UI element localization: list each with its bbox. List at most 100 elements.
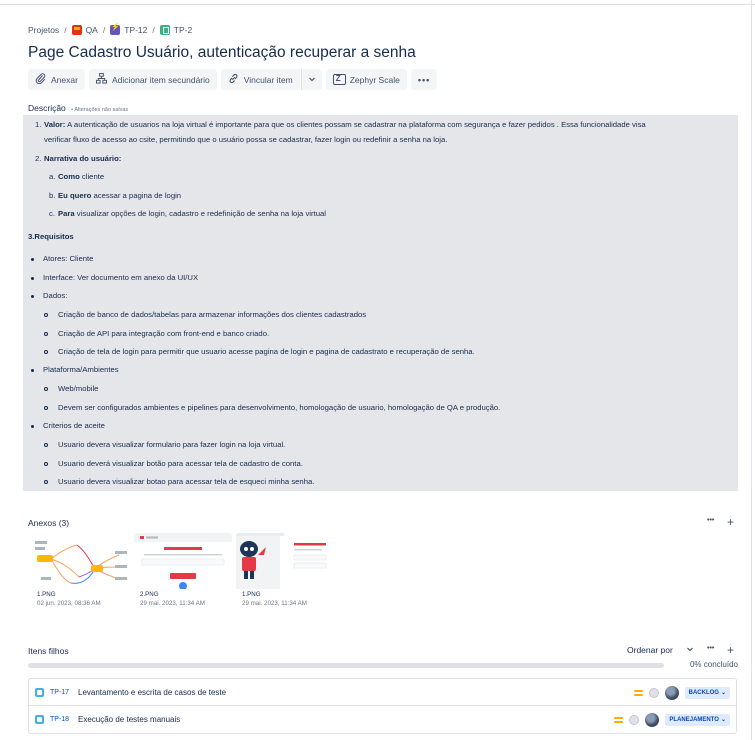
story-icon xyxy=(159,25,170,35)
description-line: Como cliente xyxy=(58,172,104,181)
child-item-key[interactable]: TP-17 xyxy=(50,689,72,696)
sub-bullet-icon xyxy=(44,443,48,447)
project-qa-icon xyxy=(71,25,82,35)
list-number: 1. xyxy=(35,120,42,129)
issue-title[interactable]: Page Cadastro Usuário, autenticação recu… xyxy=(28,44,416,62)
child-item-summary[interactable]: Levantamento e escrita de casos de teste xyxy=(78,688,226,697)
child-item-row[interactable]: TP-17 Levantamento e escrita de casos de… xyxy=(29,679,736,706)
breadcrumb-project-qa[interactable]: QA xyxy=(86,25,98,35)
issue-toolbar: Anexar Adicionar item secundário Vincula… xyxy=(28,69,438,90)
unassigned-avatar[interactable] xyxy=(629,714,640,725)
description-text: Criterios de aceite xyxy=(43,421,105,430)
bold-label: Eu quero xyxy=(58,191,92,200)
description-text: Dados: xyxy=(43,291,68,300)
description-text: Devem ser configurados ambientes e pipel… xyxy=(58,403,501,412)
description-text: A autenticação de usuarios na loja virtu… xyxy=(65,120,646,129)
description-text: Criação de tela de login para permitir q… xyxy=(58,347,475,356)
attachment-thumbnail-mindmap xyxy=(31,533,129,589)
description-label: Descrição • Alterações não salvas xyxy=(28,103,128,113)
description-text: Criação de API para integração com front… xyxy=(58,329,270,338)
list-letter: c. xyxy=(49,209,55,218)
attachment-thumbnail-robot-screen xyxy=(236,533,334,589)
zephyr-icon xyxy=(332,74,346,85)
unsaved-changes-badge: • Alterações não salvas xyxy=(71,107,129,113)
description-line: Eu quero acessar a pagina de login xyxy=(58,191,181,200)
child-item-summary[interactable]: Execução de testes manuais xyxy=(78,715,180,724)
attachment-card[interactable]: 1.PNG 29 mai. 2023, 11:34 AM xyxy=(236,533,334,611)
description-text: Usuario devera visualizar formulario par… xyxy=(58,440,286,449)
chevron-down-icon: ⌄ xyxy=(720,717,726,723)
description-text: Plataforma/Ambientes xyxy=(43,365,119,374)
task-icon xyxy=(35,715,44,724)
sub-bullet-icon xyxy=(44,480,48,484)
description-line: Para visualizar opções de login, cadastr… xyxy=(58,209,326,218)
bullet-icon xyxy=(31,425,34,428)
attachment-filename: 1.PNG xyxy=(242,591,261,598)
list-number: 2. xyxy=(35,154,42,163)
chevron-down-icon: ⌄ xyxy=(720,690,726,696)
sub-bullet-icon xyxy=(44,350,48,354)
child-item-row[interactable]: TP-18 Execução de testes manuais PLANEJA… xyxy=(29,706,736,733)
attachments-add-button[interactable]: + xyxy=(727,515,734,529)
assignee-avatar[interactable] xyxy=(664,685,679,700)
breadcrumb-separator: / xyxy=(64,25,67,35)
priority-medium-icon xyxy=(633,689,643,697)
child-item-meta: BACKLOG ⌄ xyxy=(633,679,730,706)
task-icon xyxy=(35,687,44,697)
child-items-add-button[interactable]: + xyxy=(727,643,734,657)
description-text: Web/mobile xyxy=(58,384,99,393)
assignee-avatar[interactable] xyxy=(645,712,660,727)
zephyr-label: Zephyr Scale xyxy=(349,74,400,85)
link-icon xyxy=(228,73,239,87)
unassigned-avatar[interactable] xyxy=(648,687,659,698)
description-text: acessar a pagina de login xyxy=(91,191,182,200)
more-icon: ••• xyxy=(417,74,431,85)
breadcrumb-projects[interactable]: Projetos xyxy=(28,25,59,35)
priority-medium-icon xyxy=(614,716,624,724)
sort-by-button[interactable]: Ordenar por xyxy=(627,645,673,655)
attachments-more-button[interactable]: ••• xyxy=(707,517,714,524)
attachment-date: 02 jun. 2023, 08:36 AM xyxy=(37,600,101,607)
description-text: verificar fluxo de acesso ao csite, perm… xyxy=(44,135,448,144)
bold-label: Narrativa do usuário: xyxy=(44,154,122,163)
attachment-card[interactable]: 1.PNG 02 jun. 2023, 08:36 AM xyxy=(31,533,129,611)
epic-icon xyxy=(110,23,121,35)
zephyr-scale-button[interactable]: Zephyr Scale xyxy=(325,69,407,90)
child-item-key[interactable]: TP-18 xyxy=(50,716,72,723)
child-items-more-button[interactable]: ••• xyxy=(707,645,714,652)
description-text: Interface: Ver documento em anexo da UI/… xyxy=(43,273,199,282)
status-label: PLANEJAMENTO xyxy=(669,716,719,723)
breadcrumb-separator: / xyxy=(102,25,106,35)
status-dropdown[interactable]: PLANEJAMENTO ⌄ xyxy=(665,713,730,726)
description-editor[interactable]: 1. Valor: A autenticação de usuarios na … xyxy=(23,115,738,491)
status-dropdown[interactable]: BACKLOG ⌄ xyxy=(684,686,730,699)
breadcrumb-separator: / xyxy=(152,25,155,35)
bold-label: Para xyxy=(58,209,75,218)
description-text: visualizar opções de login, cadastro e r… xyxy=(74,209,326,218)
breadcrumb-issue[interactable]: TP-2 xyxy=(174,25,192,35)
more-actions-button[interactable]: ••• xyxy=(410,69,438,90)
chevron-down-icon xyxy=(308,75,316,85)
attachment-card[interactable]: 2.PNG 29 mai. 2023, 11:34 AM xyxy=(134,533,232,611)
attachment-thumbnail-login-screen xyxy=(134,533,232,590)
link-item-button[interactable]: Vincular item xyxy=(220,69,300,90)
attach-button[interactable]: Anexar xyxy=(28,69,85,90)
attachment-filename: 1.PNG xyxy=(37,591,56,598)
list-letter: a. xyxy=(49,172,56,181)
attachment-date: 29 mai. 2023, 11:34 AM xyxy=(140,600,205,607)
link-item-label: Vincular item xyxy=(243,74,293,85)
description-text: Usuario deverá visualizar botão para ace… xyxy=(58,459,303,468)
sub-bullet-icon xyxy=(44,332,48,336)
bold-label: Como xyxy=(58,172,80,181)
window-top-border xyxy=(0,0,755,5)
link-item-dropdown[interactable] xyxy=(300,69,322,90)
status-label: BACKLOG xyxy=(688,689,719,696)
breadcrumb-epic[interactable]: TP-12 xyxy=(124,25,147,35)
attachments-label: Anexos (3) xyxy=(28,518,70,528)
sort-chevron-down-icon[interactable] xyxy=(686,645,694,656)
attachment-date: 29 mai. 2023, 11:34 AM xyxy=(242,600,307,607)
hierarchy-icon xyxy=(95,72,107,87)
bullet-icon xyxy=(31,369,34,372)
description-text: Usuario devera visualizar botao para ace… xyxy=(58,477,315,486)
add-child-button[interactable]: Adicionar item secundário xyxy=(88,69,217,90)
